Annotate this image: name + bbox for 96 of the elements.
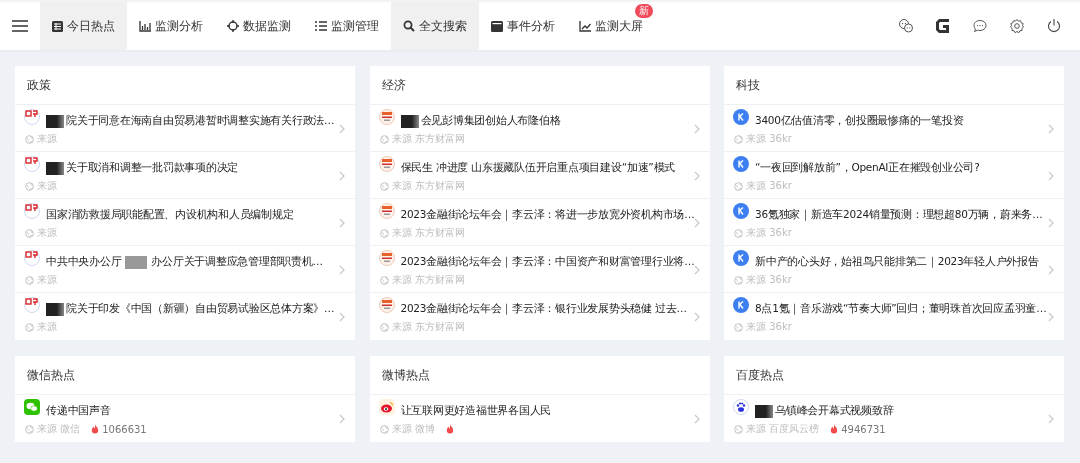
globe-icon (734, 275, 743, 285)
nav-tab[interactable]: 监测分析 (127, 2, 215, 50)
heat-count: 1066631 (102, 423, 147, 435)
nav-tab[interactable]: 全文搜索 (391, 2, 479, 50)
globe-icon (379, 228, 389, 238)
chevron-right-icon (339, 171, 345, 181)
nav-tab[interactable]: 监测管理 (303, 2, 391, 50)
news-title: 新中产的心头好，始祖鸟只能排第二｜2023年轻人户外报告 (755, 255, 1039, 269)
source-logo-icon (733, 109, 749, 125)
news-title: 乌镇峰会开幕式视频致辞 (775, 404, 894, 418)
source-logo-icon (378, 156, 395, 172)
chevron-right-icon (693, 312, 700, 322)
news-title: 3400亿估值清零，创投圈最惨痛的一笔投资 (755, 114, 964, 128)
card-title: 政策 (15, 66, 355, 105)
card-title: 微博热点 (369, 356, 710, 395)
globe-icon (25, 322, 34, 332)
news-title: 2023金融街论坛年会｜李云泽：中国资产和财富管理行业将… (400, 255, 695, 269)
chevron-right-icon (1048, 265, 1054, 275)
bar-chart-icon (139, 20, 151, 32)
news-title: 关于取消和调整一批罚款事项的决定 (66, 161, 238, 175)
chevron-right-icon (1048, 218, 1054, 228)
chevron-right-icon (1048, 414, 1054, 424)
source-logo-icon (378, 203, 395, 219)
news-title: 让互联网更好造福世界各国人民 (400, 404, 551, 418)
source-logo-icon (24, 250, 40, 266)
news-title: 8点1氪｜音乐游戏“节奏大师”回归；董明珠首次回应孟羽童… (755, 302, 1047, 316)
source-logo-icon (733, 203, 749, 219)
chevron-right-icon (693, 124, 700, 134)
wechat-logo-icon (24, 399, 40, 415)
chevron-right-icon (1048, 171, 1054, 181)
globe-icon (379, 181, 389, 191)
nav-tab[interactable]: 事件分析 (479, 2, 567, 50)
news-title: 2023金融街论坛年会｜李云泽：银行业发展势头稳健 过去… (400, 302, 687, 316)
chevron-right-icon (693, 265, 700, 275)
chevron-right-icon (693, 171, 700, 181)
source-logo-icon (378, 109, 395, 125)
news-title: 保民生 冲进度 山东援藏队伍开启重点项目建设“加速”模式 (400, 161, 676, 175)
news-title: 国家消防救援局职能配置、内设机构和人员编制规定 (46, 208, 294, 222)
source-logo-icon (24, 203, 40, 219)
source-logo-icon (733, 156, 749, 172)
news-title: 办公厅关于调整应急管理部职责机… (151, 255, 323, 269)
news-title: 传递中国声音 (46, 404, 111, 418)
chevron-right-icon (1048, 124, 1054, 134)
globe-icon (25, 134, 34, 144)
chevron-right-icon (1048, 312, 1054, 322)
news-title: 院关于印发《中国（新疆）自由贸易试验区总体方案》… (66, 302, 335, 316)
news-title: 会见彭博集团创始人布隆伯格 (420, 114, 561, 128)
globe-icon (379, 134, 389, 144)
globe-icon (379, 275, 389, 285)
news-title: “一夜回到解放前”，OpenAI正在摧毁创业公司? (755, 161, 980, 175)
card-title: 经济 (369, 66, 710, 105)
paw-logo-icon (733, 399, 749, 415)
news-title: 院关于同意在海南自由贸易港暂时调整实施有关行政法… (66, 114, 335, 128)
list-icon (315, 21, 327, 31)
line-chart-icon (579, 20, 591, 32)
source-logo-icon (24, 109, 40, 125)
globe-icon (379, 322, 389, 332)
globe-icon (25, 228, 34, 238)
card-title: 科技 (724, 66, 1064, 105)
source-logo-icon (378, 250, 395, 266)
chevron-right-icon (339, 414, 345, 424)
nav-tab[interactable]: 数据监测 (215, 2, 303, 50)
source-logo-icon (378, 297, 395, 313)
source-logo-icon (24, 297, 40, 313)
source-logo-icon (733, 250, 749, 266)
redaction-block (125, 255, 148, 269)
chevron-right-icon (693, 218, 700, 228)
heat-count: 4946731 (841, 423, 886, 435)
news-title: 36氪独家｜新造车2024销量预测：理想超80万辆，蔚来务… (755, 208, 1043, 222)
globe-icon (25, 424, 34, 434)
globe-icon (25, 275, 34, 285)
globe-icon (25, 181, 34, 191)
source-logo-icon (24, 156, 40, 172)
search-icon (403, 20, 415, 32)
source-logo-icon (733, 297, 749, 313)
globe-icon (734, 228, 743, 238)
card-title: 百度热点 (724, 356, 1064, 395)
crosshair-icon (227, 20, 239, 32)
globe-icon (379, 424, 389, 434)
weibo-logo-icon (378, 399, 395, 415)
chevron-right-icon (339, 124, 345, 134)
chevron-right-icon (693, 414, 700, 424)
globe-icon (734, 424, 743, 434)
chevron-right-icon (339, 312, 345, 322)
nav-tab[interactable]: 今日热点 (40, 2, 127, 50)
chevron-right-icon (339, 218, 345, 228)
globe-icon (734, 322, 743, 332)
news-title: 2023金融街论坛年会｜李云泽：将进一步放宽外资机构市场… (400, 208, 695, 222)
chevron-right-icon (339, 265, 345, 275)
card-title: 微信热点 (15, 356, 355, 395)
table-icon (52, 20, 63, 32)
news-title: 中共中央办公厅 (46, 255, 122, 269)
card-icon (491, 20, 503, 32)
globe-icon (734, 134, 743, 144)
globe-icon (734, 181, 743, 191)
new-badge: 新 (635, 4, 653, 18)
